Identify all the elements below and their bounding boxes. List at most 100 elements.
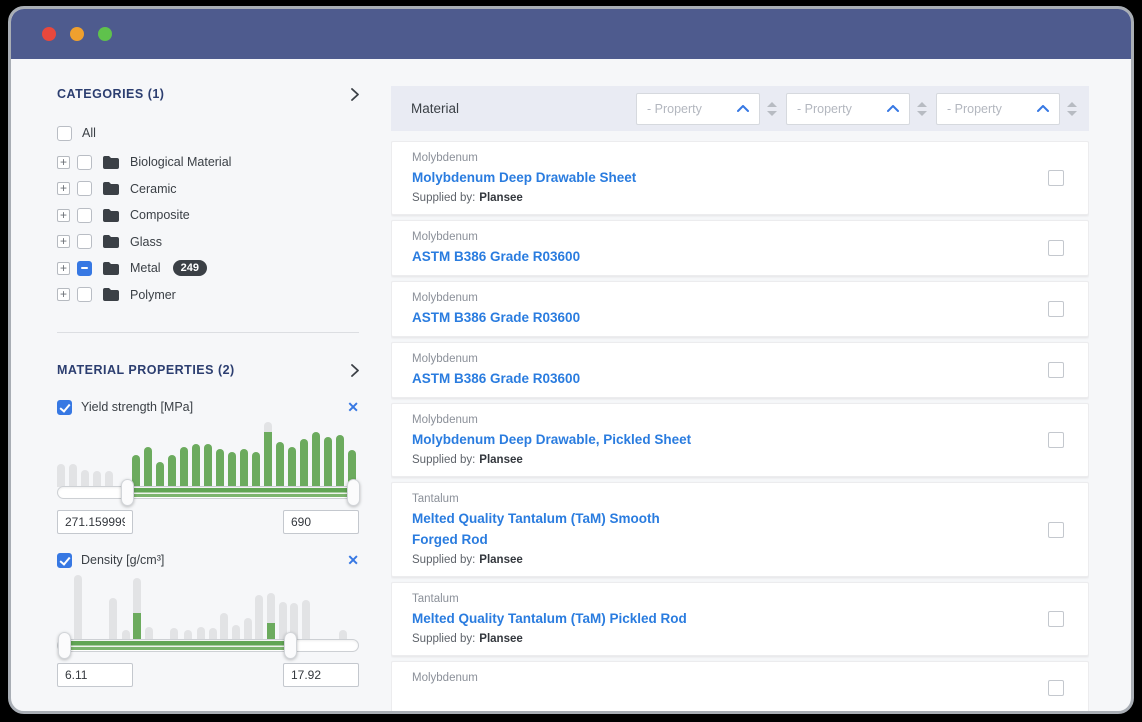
minimize-button[interactable]: [70, 27, 84, 41]
slider-handle-max[interactable]: [347, 479, 360, 506]
filter-density-g-cm-: Density [g/cm³] ✕: [57, 550, 359, 687]
category-item-polymer[interactable]: + Polymer: [57, 282, 359, 309]
material-card[interactable]: Molybdenum: [391, 661, 1089, 711]
material-title-link[interactable]: ASTM B386 Grade R03600: [412, 246, 697, 267]
filter-histogram: [57, 421, 359, 487]
material-category: Molybdenum: [412, 352, 1028, 366]
filter-sidebar: CATEGORIES (1) All + Biological Material…: [57, 59, 359, 711]
category-item-metal[interactable]: + Metal 249: [57, 255, 359, 282]
histogram-bar-selected-segment: [267, 623, 275, 640]
range-max-input[interactable]: [283, 510, 359, 534]
histogram-bar: [81, 470, 89, 487]
expand-icon[interactable]: +: [57, 262, 70, 275]
filter-label: Density [g/cm³]: [81, 553, 164, 567]
expand-icon[interactable]: +: [57, 182, 70, 195]
collapse-categories-icon[interactable]: [351, 88, 359, 101]
close-button[interactable]: [42, 27, 56, 41]
slider-handle-max[interactable]: [284, 632, 297, 659]
range-max-input[interactable]: [283, 663, 359, 687]
histogram-bar: [240, 449, 248, 487]
categories-heading: CATEGORIES (1): [57, 87, 164, 101]
category-item-ceramic[interactable]: + Ceramic: [57, 176, 359, 203]
material-card[interactable]: Tantalum Melted Quality Tantalum (TaM) S…: [391, 482, 1089, 577]
all-checkbox[interactable]: [57, 126, 72, 141]
histogram-bar: [180, 447, 188, 487]
material-title-link[interactable]: Melted Quality Tantalum (TaM) Smooth For…: [412, 508, 697, 550]
material-card[interactable]: Molybdenum ASTM B386 Grade R03600: [391, 220, 1089, 276]
histogram-bar-selected-segment: [264, 432, 272, 487]
category-label: Composite: [130, 208, 190, 222]
histogram-bar: [336, 435, 344, 487]
category-label: Glass: [130, 235, 162, 249]
remove-filter-icon[interactable]: ✕: [347, 400, 359, 414]
material-title-link[interactable]: Melted Quality Tantalum (TaM) Pickled Ro…: [412, 608, 697, 629]
material-select-checkbox[interactable]: [1048, 522, 1064, 538]
filter-checkbox[interactable]: [57, 400, 72, 415]
material-select-checkbox[interactable]: [1048, 170, 1064, 186]
material-card-list: Molybdenum Molybdenum Deep Drawable Shee…: [391, 141, 1089, 711]
material-select-checkbox[interactable]: [1048, 611, 1064, 627]
sort-toggle-icon[interactable]: [1067, 102, 1077, 116]
material-select-checkbox[interactable]: [1048, 680, 1064, 696]
material-select-checkbox[interactable]: [1048, 240, 1064, 256]
category-checkbox[interactable]: [77, 261, 92, 276]
histogram-bar-selected-segment: [133, 613, 141, 640]
material-card[interactable]: Molybdenum ASTM B386 Grade R03600: [391, 281, 1089, 337]
category-checkbox[interactable]: [77, 208, 92, 223]
chevron-up-icon: [887, 105, 899, 112]
histogram-bar: [228, 452, 236, 487]
material-card[interactable]: Tantalum Melted Quality Tantalum (TaM) P…: [391, 582, 1089, 656]
sort-toggle-icon[interactable]: [767, 102, 777, 116]
category-item-glass[interactable]: + Glass: [57, 229, 359, 256]
expand-icon[interactable]: +: [57, 209, 70, 222]
category-checkbox[interactable]: [77, 155, 92, 170]
material-title-link[interactable]: Molybdenum Deep Drawable, Pickled Sheet: [412, 429, 697, 450]
supplier-name: Plansee: [479, 454, 522, 466]
slider-handle-min[interactable]: [58, 632, 71, 659]
property-select[interactable]: - Property: [936, 93, 1060, 125]
slider-selected-range: [128, 488, 354, 497]
material-card[interactable]: Molybdenum Molybdenum Deep Drawable Shee…: [391, 141, 1089, 215]
property-select[interactable]: - Property: [636, 93, 760, 125]
window-titlebar: [11, 9, 1131, 59]
material-category: Tantalum: [412, 492, 1028, 506]
histogram-bar: [69, 464, 77, 487]
slider-handle-min[interactable]: [121, 479, 134, 506]
category-item-composite[interactable]: + Composite: [57, 202, 359, 229]
range-slider[interactable]: [57, 639, 359, 652]
category-checkbox[interactable]: [77, 181, 92, 196]
histogram-bar: [144, 447, 152, 487]
expand-icon[interactable]: +: [57, 235, 70, 248]
material-card[interactable]: Molybdenum ASTM B386 Grade R03600: [391, 342, 1089, 398]
material-select-checkbox[interactable]: [1048, 432, 1064, 448]
material-select-checkbox[interactable]: [1048, 362, 1064, 378]
category-item-biological-material[interactable]: + Biological Material: [57, 149, 359, 176]
maximize-button[interactable]: [98, 27, 112, 41]
expand-icon[interactable]: +: [57, 288, 70, 301]
material-select-checkbox[interactable]: [1048, 301, 1064, 317]
expand-icon[interactable]: +: [57, 156, 70, 169]
property-select[interactable]: - Property: [786, 93, 910, 125]
remove-filter-icon[interactable]: ✕: [347, 553, 359, 567]
range-slider[interactable]: [57, 486, 359, 499]
material-title-link[interactable]: ASTM B386 Grade R03600: [412, 307, 697, 328]
material-supplier: Supplied by:Plansee: [412, 631, 1028, 647]
filter-checkbox[interactable]: [57, 553, 72, 568]
material-card[interactable]: Molybdenum Molybdenum Deep Drawable, Pic…: [391, 403, 1089, 477]
supplier-name: Plansee: [479, 554, 522, 566]
property-select-placeholder: - Property: [947, 102, 1002, 116]
material-title-link[interactable]: ASTM B386 Grade R03600: [412, 368, 697, 389]
range-min-input[interactable]: [57, 510, 133, 534]
collapse-properties-icon[interactable]: [351, 364, 359, 377]
range-min-input[interactable]: [57, 663, 133, 687]
histogram-bar: [93, 471, 101, 487]
material-title-link[interactable]: Molybdenum Deep Drawable Sheet: [412, 167, 697, 188]
supplier-name: Plansee: [479, 192, 522, 204]
histogram-bar: [57, 464, 65, 487]
folder-icon: [103, 209, 119, 222]
sort-toggle-icon[interactable]: [917, 102, 927, 116]
category-item-all[interactable]: All: [57, 121, 359, 145]
category-checkbox[interactable]: [77, 234, 92, 249]
all-label: All: [82, 126, 96, 140]
category-checkbox[interactable]: [77, 287, 92, 302]
